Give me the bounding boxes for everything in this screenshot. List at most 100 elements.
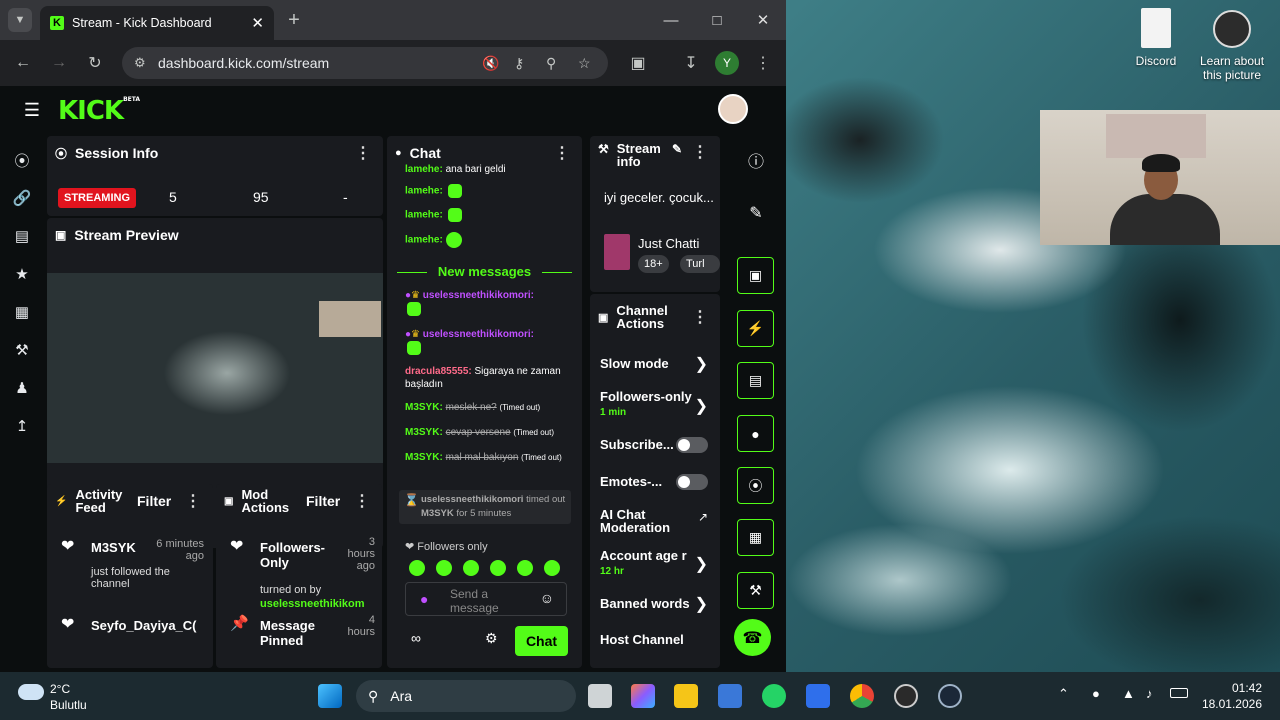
search-placeholder: Ara — [390, 688, 413, 704]
tray-chevron-icon[interactable]: ⌃ — [1058, 686, 1069, 702]
stream-icon[interactable]: ⦿ — [12, 150, 32, 170]
rail-chat-button[interactable]: ● — [737, 415, 774, 452]
reload-icon[interactable]: ↻ — [83, 51, 107, 75]
rail-wrench-button[interactable]: ⚒ — [737, 572, 774, 609]
points-icon[interactable]: ∞ — [411, 630, 421, 646]
mic-icon[interactable]: ● — [420, 591, 428, 607]
clock[interactable]: 01:42 18.01.2026 — [1196, 680, 1262, 712]
store-icon[interactable] — [718, 684, 742, 708]
volume-icon[interactable]: ♪ — [1146, 686, 1153, 701]
todo-icon[interactable] — [806, 684, 830, 708]
key-icon[interactable]: ⚷ — [514, 55, 524, 72]
weather-desc: Bulutlu — [50, 698, 87, 712]
forward-icon[interactable]: → — [47, 51, 71, 75]
emotes-toggle[interactable] — [676, 474, 708, 490]
back-icon[interactable]: ← — [11, 51, 35, 75]
channel-actions-panel: ▣ Channel Actions ⋮ Slow mode ❯ Followers-o… — [590, 294, 720, 668]
mod-filter-button[interactable]: Filter — [306, 493, 340, 509]
copilot-icon[interactable] — [631, 684, 655, 708]
new-tab-icon[interactable]: + — [282, 8, 306, 32]
obs-icon[interactable] — [894, 684, 918, 708]
task-view-icon[interactable] — [588, 684, 612, 708]
emote-icon[interactable] — [544, 560, 560, 576]
mod-item-user[interactable]: uselessneethikikom — [260, 598, 365, 610]
chrome-icon[interactable] — [850, 684, 874, 708]
url-bar[interactable]: ⚙ dashboard.kick.com/stream 🔇 ⚷ ⚲ ☆ — [122, 47, 608, 79]
emote-icon[interactable] — [436, 560, 452, 576]
stream-preview-video[interactable] — [47, 273, 383, 463]
activity-kebab-icon[interactable]: ⋮ — [185, 491, 201, 511]
analytics-icon[interactable]: ▤ — [12, 226, 32, 246]
profile-avatar[interactable]: Y — [715, 51, 739, 75]
users-icon[interactable]: ♟ — [12, 378, 32, 398]
mod-kebab-icon[interactable]: ⋮ — [354, 491, 370, 511]
heart-icon: ❤ — [61, 616, 75, 633]
support-icon[interactable]: ☎ — [734, 619, 771, 656]
upload-icon[interactable]: ↥ — [12, 416, 32, 436]
actions-icon: ▣ — [598, 311, 609, 324]
battery-icon[interactable] — [1170, 688, 1188, 698]
bolt-icon: ⚡ — [55, 495, 68, 507]
trophy-icon[interactable]: ★ — [12, 264, 32, 284]
settings-icon[interactable]: ⚙ — [485, 630, 498, 647]
close-window-icon[interactable]: ✕ — [740, 0, 786, 40]
close-tab-icon[interactable]: ✕ — [251, 14, 264, 32]
chat-placeholder: Send a message — [450, 587, 499, 615]
wrench-icon: ⚒ — [598, 142, 609, 156]
kick-logo[interactable]: KICKBETA — [58, 96, 140, 126]
whatsapp-icon[interactable] — [762, 684, 786, 708]
info-icon[interactable]: ⓘ — [744, 148, 768, 172]
chat-messages-new[interactable]: ●♛ uselessneethikikomori: ●♛ uselessneet… — [405, 286, 575, 467]
chat-messages[interactable]: lamehe: ana bari geldi lamehe: lamehe: l… — [405, 164, 575, 253]
maximize-icon[interactable]: □ — [694, 0, 740, 40]
microphone-icon[interactable]: ● — [1092, 686, 1100, 701]
category-name[interactable]: Just Chatti — [638, 236, 718, 251]
browser-tab[interactable]: K Stream - Kick Dashboard ✕ — [40, 6, 274, 40]
edit-icon[interactable]: ✎ — [672, 142, 682, 156]
rail-preview-button[interactable]: ▣ — [737, 257, 774, 294]
preview-webcam — [319, 301, 381, 337]
chat-input[interactable]: ● Send a message ☺ — [405, 582, 567, 616]
tab-search-icon[interactable]: ▼ — [8, 8, 32, 32]
zoom-icon[interactable]: ⚲ — [546, 55, 556, 72]
file-explorer-icon[interactable] — [674, 684, 698, 708]
minimize-icon[interactable]: — — [648, 0, 694, 40]
streaminfo-kebab-icon[interactable]: ⋮ — [692, 142, 708, 162]
steam-icon[interactable] — [938, 684, 962, 708]
taskbar-search[interactable]: ⚲ Ara — [356, 680, 576, 712]
actions-kebab-icon[interactable]: ⋮ — [692, 307, 708, 327]
heart-icon: ❤ — [61, 538, 75, 555]
download-icon[interactable]: ↧ — [679, 51, 703, 75]
desktop-icon-learn[interactable]: Learn about this picture — [1196, 10, 1268, 82]
wrench-icon[interactable]: ⚒ — [12, 340, 32, 360]
pencil-icon[interactable]: ✎ — [744, 201, 768, 225]
rail-bolt-button[interactable]: ⚡ — [737, 310, 774, 347]
rail-broadcast-button[interactable]: ⦿ — [737, 467, 774, 504]
mute-icon[interactable]: 🔇 — [482, 55, 499, 72]
streaming-badge: STREAMING — [58, 188, 136, 208]
emote-icon[interactable] — [517, 560, 533, 576]
menu-icon[interactable]: ⋮ — [751, 51, 775, 75]
extensions-icon[interactable]: ▣ — [626, 51, 650, 75]
start-button[interactable] — [318, 684, 342, 708]
site-info-icon[interactable]: ⚙ — [134, 55, 146, 71]
session-kebab-icon[interactable]: ⋮ — [355, 143, 371, 163]
emoji-icon[interactable]: ☺ — [540, 590, 554, 606]
desktop-icon-discord[interactable]: Discord — [1126, 8, 1186, 68]
subscriber-toggle[interactable] — [676, 437, 708, 453]
rail-notes-button[interactable]: ▤ — [737, 362, 774, 399]
emote-icon[interactable] — [490, 560, 506, 576]
session-info-panel: ⦿ Session Info ⋮ STREAMING 5 95 - — [47, 136, 383, 216]
emote-icon[interactable] — [409, 560, 425, 576]
user-avatar[interactable] — [718, 94, 748, 124]
video-icon[interactable]: ▦ — [12, 302, 32, 322]
emote-icon[interactable] — [463, 560, 479, 576]
wifi-icon[interactable]: ▲ — [1122, 686, 1135, 701]
rail-mod-button[interactable]: ▦ — [737, 519, 774, 556]
bookmark-star-icon[interactable]: ☆ — [578, 55, 591, 72]
link-icon[interactable]: 🔗 — [12, 188, 32, 208]
stream-title-text: iyi geceler. çocuk... — [604, 190, 714, 205]
activity-filter-button[interactable]: Filter — [137, 493, 171, 509]
chat-send-button[interactable]: Chat — [515, 626, 568, 656]
hamburger-icon[interactable]: ☰ — [20, 98, 44, 122]
